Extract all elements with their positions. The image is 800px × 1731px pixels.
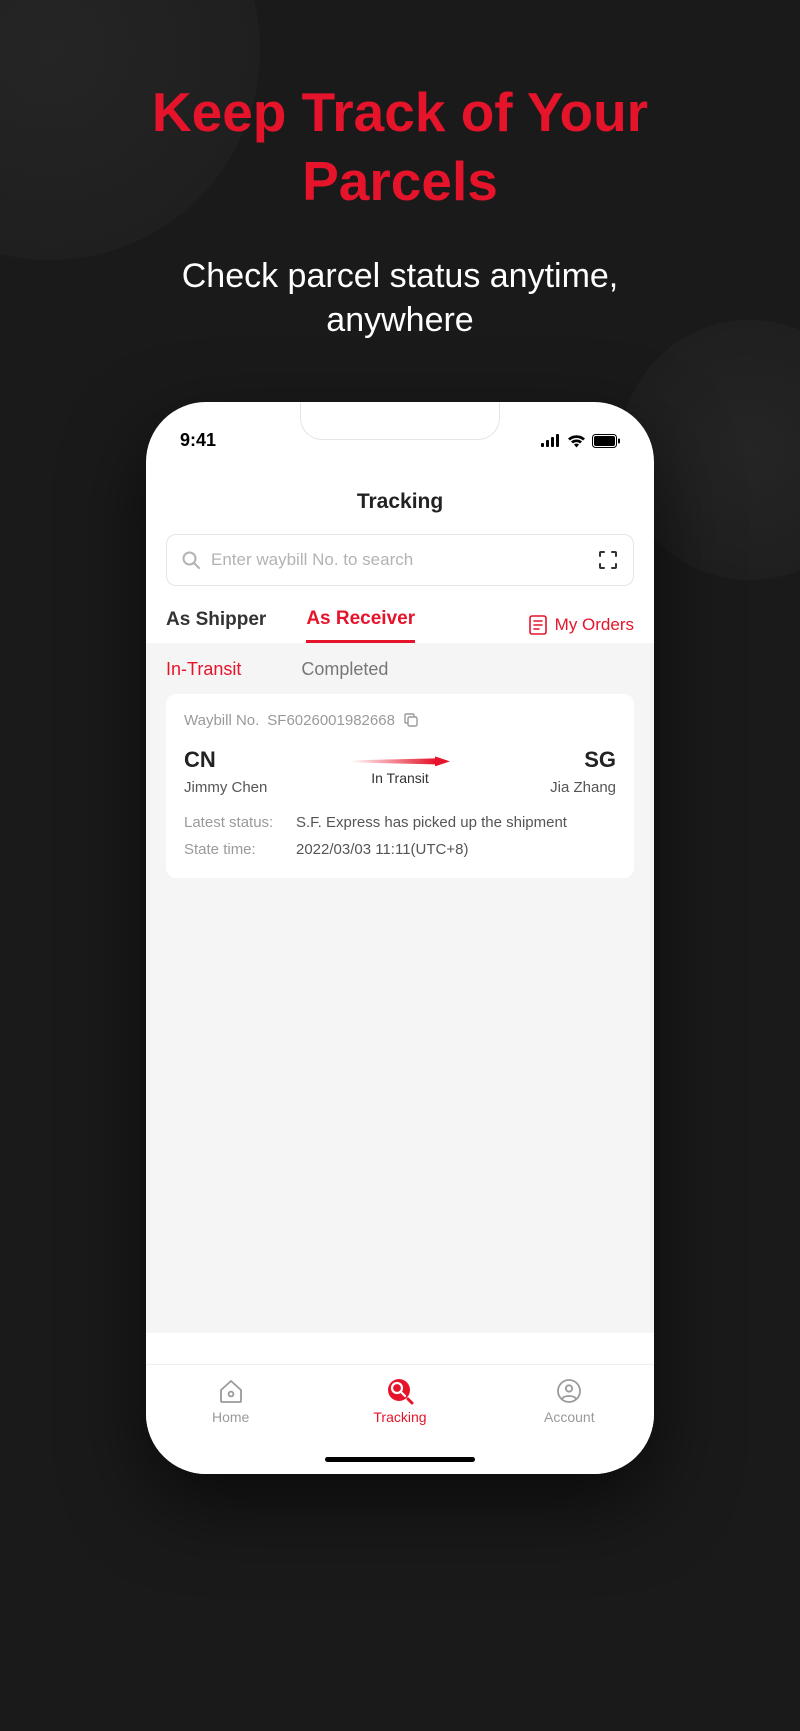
detail-value: S.F. Express has picked up the shipment (296, 814, 616, 831)
page-title: Tracking (146, 490, 654, 514)
origin-name: Jimmy Chen (184, 779, 294, 796)
search-icon (181, 550, 201, 570)
nav-label: Account (544, 1409, 595, 1425)
wifi-icon (567, 434, 586, 448)
my-orders-link[interactable]: My Orders (529, 615, 634, 635)
origin-code: CN (184, 747, 294, 773)
content-area: In-Transit Completed Waybill No. SF60260… (146, 643, 654, 1333)
waybill-number: SF6026001982668 (267, 712, 395, 729)
route-status: In Transit (294, 770, 506, 786)
home-icon (217, 1377, 245, 1405)
nav-home[interactable]: Home (181, 1377, 281, 1474)
status-bar: 9:41 (146, 402, 654, 458)
cellular-icon (541, 434, 561, 447)
nav-label: Home (212, 1409, 249, 1425)
promo-title-line: Parcels (0, 147, 800, 216)
scan-icon[interactable] (597, 549, 619, 571)
promo-title: Keep Track of Your Parcels (0, 0, 800, 216)
copy-icon[interactable] (403, 712, 419, 728)
search-bar[interactable] (166, 534, 634, 586)
bottom-nav: Home Tracking Account (146, 1364, 654, 1474)
promo-subtitle-line: anywhere (0, 298, 800, 342)
dest-code: SG (506, 747, 616, 773)
tracking-icon (386, 1377, 414, 1405)
subtab-completed[interactable]: Completed (301, 659, 388, 680)
status-icons (541, 434, 620, 448)
my-orders-label: My Orders (555, 615, 634, 635)
route-middle: In Transit (294, 756, 506, 786)
home-indicator (325, 1457, 475, 1462)
phone-mockup: 9:41 Tracking As Shipper As Receiver My … (146, 402, 654, 1474)
promo-subtitle-line: Check parcel status anytime, (0, 254, 800, 298)
detail-state-time: State time: 2022/03/03 11:11(UTC+8) (184, 841, 616, 858)
promo-subtitle: Check parcel status anytime, anywhere (0, 254, 800, 342)
status-time: 9:41 (180, 430, 216, 451)
detail-latest-status: Latest status: S.F. Express has picked u… (184, 814, 616, 831)
shipment-card[interactable]: Waybill No. SF6026001982668 CN Jimmy Che… (166, 694, 634, 878)
account-icon (555, 1377, 583, 1405)
route-row: CN Jimmy Chen In Transit SG Jia Zhang (184, 747, 616, 796)
route-origin: CN Jimmy Chen (184, 747, 294, 796)
orders-icon (529, 615, 547, 635)
promo-title-line: Keep Track of Your (0, 78, 800, 147)
route-arrow-icon (350, 756, 450, 766)
detail-label: Latest status: (184, 814, 296, 831)
detail-label: State time: (184, 841, 296, 858)
dest-name: Jia Zhang (506, 779, 616, 796)
waybill-label: Waybill No. (184, 712, 259, 729)
nav-account[interactable]: Account (519, 1377, 619, 1474)
tab-as-receiver[interactable]: As Receiver (306, 608, 415, 643)
waybill-row: Waybill No. SF6026001982668 (184, 712, 616, 729)
search-input[interactable] (211, 550, 587, 570)
tab-as-shipper[interactable]: As Shipper (166, 609, 266, 641)
role-tabs: As Shipper As Receiver My Orders (146, 608, 654, 643)
detail-value: 2022/03/03 11:11(UTC+8) (296, 841, 616, 858)
route-destination: SG Jia Zhang (506, 747, 616, 796)
status-subtabs: In-Transit Completed (166, 659, 634, 680)
nav-label: Tracking (373, 1409, 426, 1425)
battery-icon (592, 434, 620, 448)
subtab-in-transit[interactable]: In-Transit (166, 659, 241, 680)
